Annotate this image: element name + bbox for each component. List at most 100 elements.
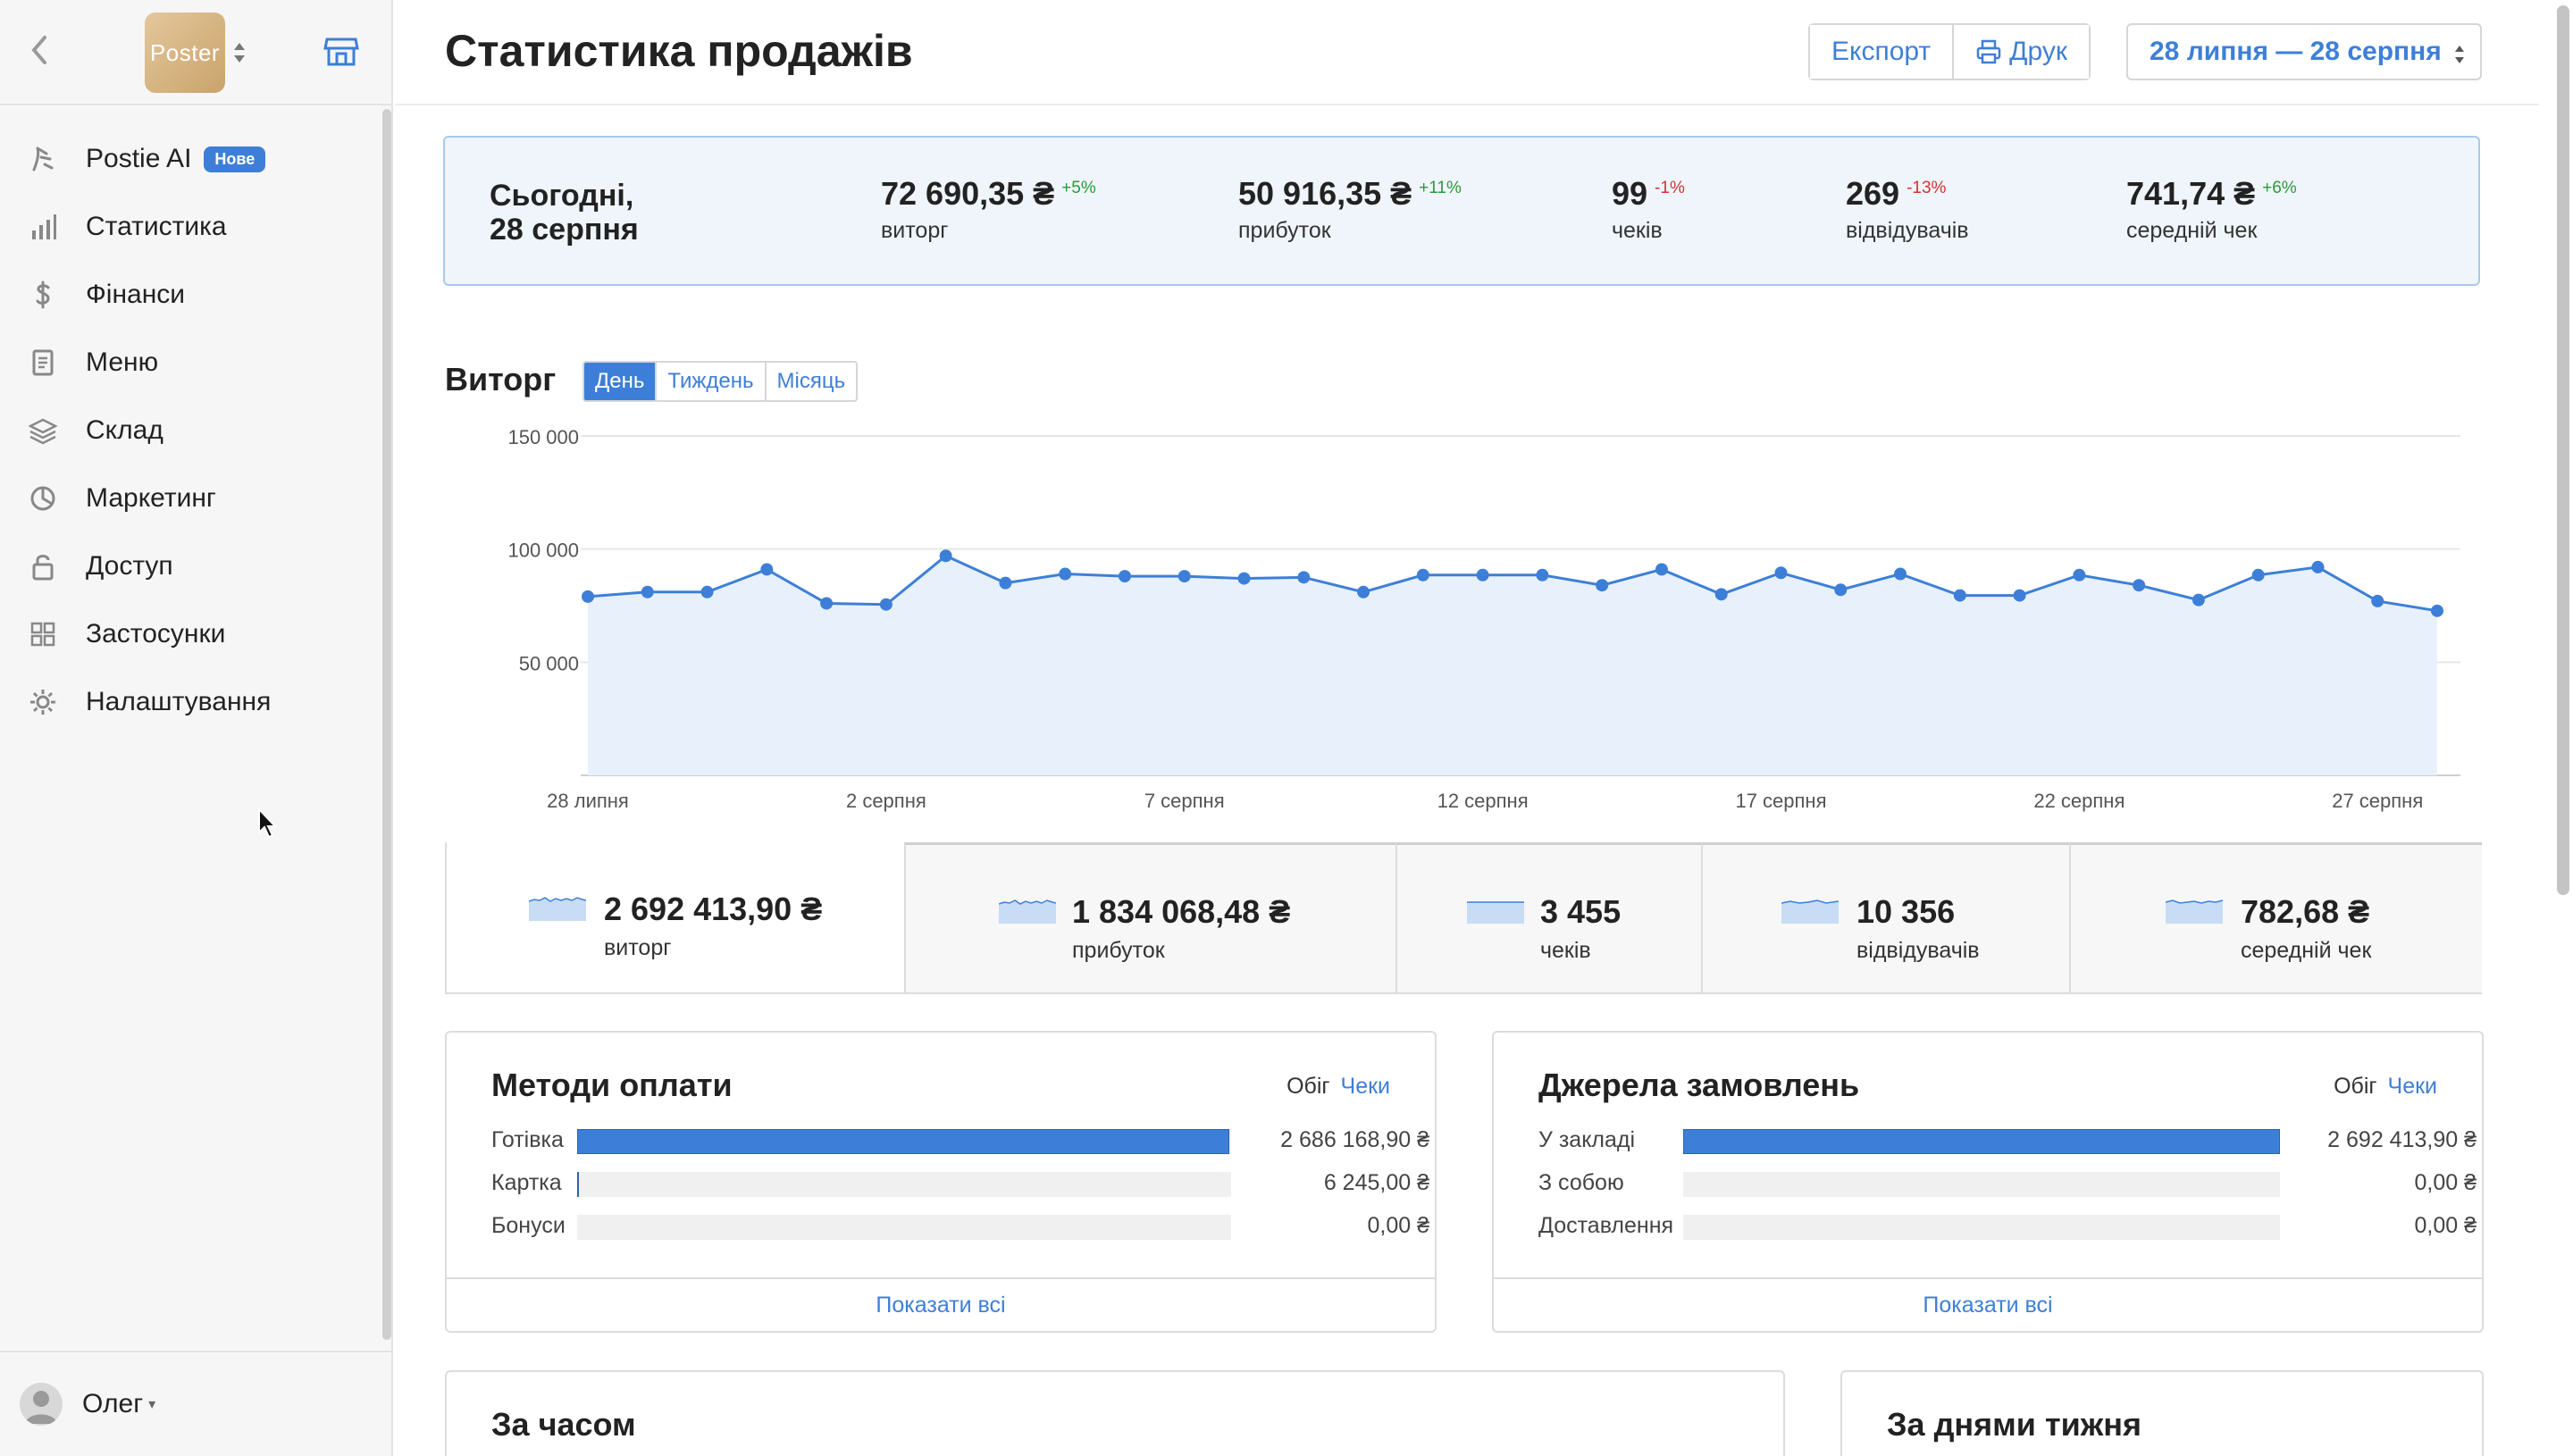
data-point[interactable] [1834, 583, 1848, 597]
bar-label: Бонуси [491, 1213, 566, 1238]
total-visitors-tab[interactable]: 10 356 відвідувачів [1701, 842, 2069, 992]
x-tick-label: 27 серпня [2332, 790, 2423, 812]
data-point[interactable] [1357, 585, 1370, 598]
data-point[interactable] [2073, 568, 2086, 582]
data-point[interactable] [879, 598, 893, 611]
total-value: 10 356 [1856, 893, 1956, 930]
venue-switch-icon[interactable] [230, 38, 248, 68]
sidebar-item-access[interactable]: Доступ [0, 532, 384, 600]
print-button[interactable]: Друк [1952, 25, 2089, 79]
kpi-value: 741,74 ₴ [2126, 175, 2256, 212]
show-all-payment-methods-link[interactable]: Показати всі [447, 1277, 1435, 1331]
sidebar-item-label: Доступ [86, 551, 173, 581]
period-month-tab[interactable]: Місяць [764, 363, 857, 400]
data-point[interactable] [1714, 588, 1728, 601]
data-point[interactable] [1118, 570, 1131, 583]
x-tick-label: 22 серпня [2033, 790, 2125, 812]
data-point[interactable] [1416, 568, 1429, 582]
sidebar-item-marketing[interactable]: Маркетинг [0, 464, 384, 532]
data-point[interactable] [1894, 567, 1907, 581]
data-point[interactable] [641, 585, 654, 598]
bar-row: У закладі 2 692 413,90 ₴ [1538, 1127, 2477, 1154]
postie-ai-icon [27, 143, 59, 175]
total-checks-tab[interactable]: 3 455 чеків [1395, 842, 1701, 992]
data-point[interactable] [2431, 604, 2443, 617]
sidebar-item-menu[interactable]: Меню [0, 329, 384, 397]
total-label: середній чек [2241, 938, 2372, 963]
data-point[interactable] [2133, 579, 2146, 592]
sidebar-nav: Postie AI Нове Статистика Фінанси Меню С… [0, 125, 384, 736]
data-point[interactable] [582, 590, 594, 603]
bar-fill [1683, 1129, 2280, 1154]
data-point[interactable] [939, 549, 952, 563]
date-range-picker[interactable]: 28 липня — 28 серпня [2126, 23, 2482, 80]
payment-methods-card: Методи оплати Обіг Чеки Готівка 2 686 168… [445, 1031, 1437, 1333]
period-day-tab[interactable]: День [584, 363, 656, 400]
pie-chart-icon [27, 482, 59, 515]
data-point[interactable] [1596, 579, 1609, 592]
toggle-checks[interactable]: Чеки [1341, 1074, 1390, 1099]
data-point[interactable] [1297, 571, 1311, 584]
data-point[interactable] [1536, 568, 1549, 582]
data-point[interactable] [820, 597, 834, 610]
period-week-tab[interactable]: Тиждень [655, 363, 764, 400]
sidebar-item-label: Меню [86, 347, 159, 377]
toggle-turnover[interactable]: Обіг [2334, 1074, 2376, 1099]
sidebar-item-settings[interactable]: Налаштування [0, 668, 384, 736]
sidebar-item-label: Фінанси [86, 280, 186, 309]
sidebar-item-label: Маркетинг [86, 483, 216, 513]
total-revenue-tab[interactable]: 2 692 413,90 ₴ виторг [447, 842, 904, 992]
kpi-label: прибуток [1238, 218, 1331, 243]
data-point[interactable] [1059, 567, 1072, 581]
data-point[interactable] [1178, 570, 1191, 583]
sidebar-item-apps[interactable]: Застосунки [0, 600, 384, 668]
kpi-profit: 50 916,35 ₴ +11% прибуток [1238, 175, 1462, 244]
toggle-turnover[interactable]: Обіг [1286, 1074, 1329, 1099]
total-profit-tab[interactable]: 1 834 068,48 ₴ прибуток [904, 842, 1395, 992]
data-point[interactable] [1476, 568, 1489, 582]
back-arrow-icon[interactable] [27, 32, 52, 68]
sidebar-item-warehouse[interactable]: Склад [0, 397, 384, 464]
data-point[interactable] [1655, 563, 1668, 576]
data-point[interactable] [2192, 593, 2205, 607]
sidebar: Poster Postie AI Нове Статистика Фінанси… [0, 0, 393, 1456]
storefront-icon[interactable] [323, 36, 359, 68]
data-point[interactable] [2311, 560, 2325, 573]
order-sources-card: Джерела замовлень Обіг Чеки У закладі 2 6… [1492, 1031, 2484, 1333]
sparkline-icon [1781, 900, 1839, 924]
data-point[interactable] [2371, 594, 2384, 607]
bar-value: 0,00 ₴ [2414, 1213, 2477, 1238]
export-button[interactable]: Експорт [1810, 25, 1953, 79]
total-value: 782,68 ₴ [2241, 893, 2370, 930]
kpi-revenue: 72 690,35 ₴ +5% виторг [881, 175, 1096, 244]
page-scrollbar[interactable] [2553, 0, 2573, 1456]
total-average-check-tab[interactable]: 782,68 ₴ середній чек [2069, 842, 2482, 992]
data-point[interactable] [1953, 589, 1966, 602]
toggle-checks[interactable]: Чеки [2388, 1074, 2437, 1099]
venue-logo[interactable]: Poster [145, 13, 225, 93]
show-all-order-sources-link[interactable]: Показати всі [1494, 1277, 2482, 1331]
page-scrollbar-thumb[interactable] [2557, 5, 2569, 895]
kpi-label: відвідувачів [1846, 218, 1969, 243]
kpi-value: 72 690,35 ₴ [881, 175, 1055, 212]
sidebar-item-statistics[interactable]: Статистика [0, 193, 384, 261]
data-point[interactable] [760, 563, 774, 576]
user-menu[interactable]: Олег ▾ [0, 1351, 393, 1456]
data-point[interactable] [1774, 566, 1788, 580]
data-point[interactable] [700, 585, 714, 598]
kpi-label: середній чек [2126, 218, 2258, 243]
date-range-label: 28 липня — 28 серпня [2150, 37, 2442, 66]
revenue-chart[interactable]: 150 000 100 000 50 000 28 липня 2 серпня 7 се… [395, 411, 2539, 822]
data-point[interactable] [999, 576, 1012, 590]
apps-grid-icon [27, 618, 59, 650]
sidebar-item-label: Postie AI [86, 144, 192, 173]
sidebar-item-finance[interactable]: Фінанси [0, 261, 384, 329]
data-point[interactable] [2251, 568, 2265, 582]
document-icon [27, 347, 59, 379]
sidebar-scrollbar[interactable] [382, 109, 391, 1340]
total-label: прибуток [1072, 938, 1165, 963]
data-point[interactable] [1237, 572, 1251, 585]
dollar-icon [27, 279, 59, 311]
sidebar-item-postie-ai[interactable]: Postie AI Нове [0, 125, 384, 193]
data-point[interactable] [2013, 589, 2026, 602]
